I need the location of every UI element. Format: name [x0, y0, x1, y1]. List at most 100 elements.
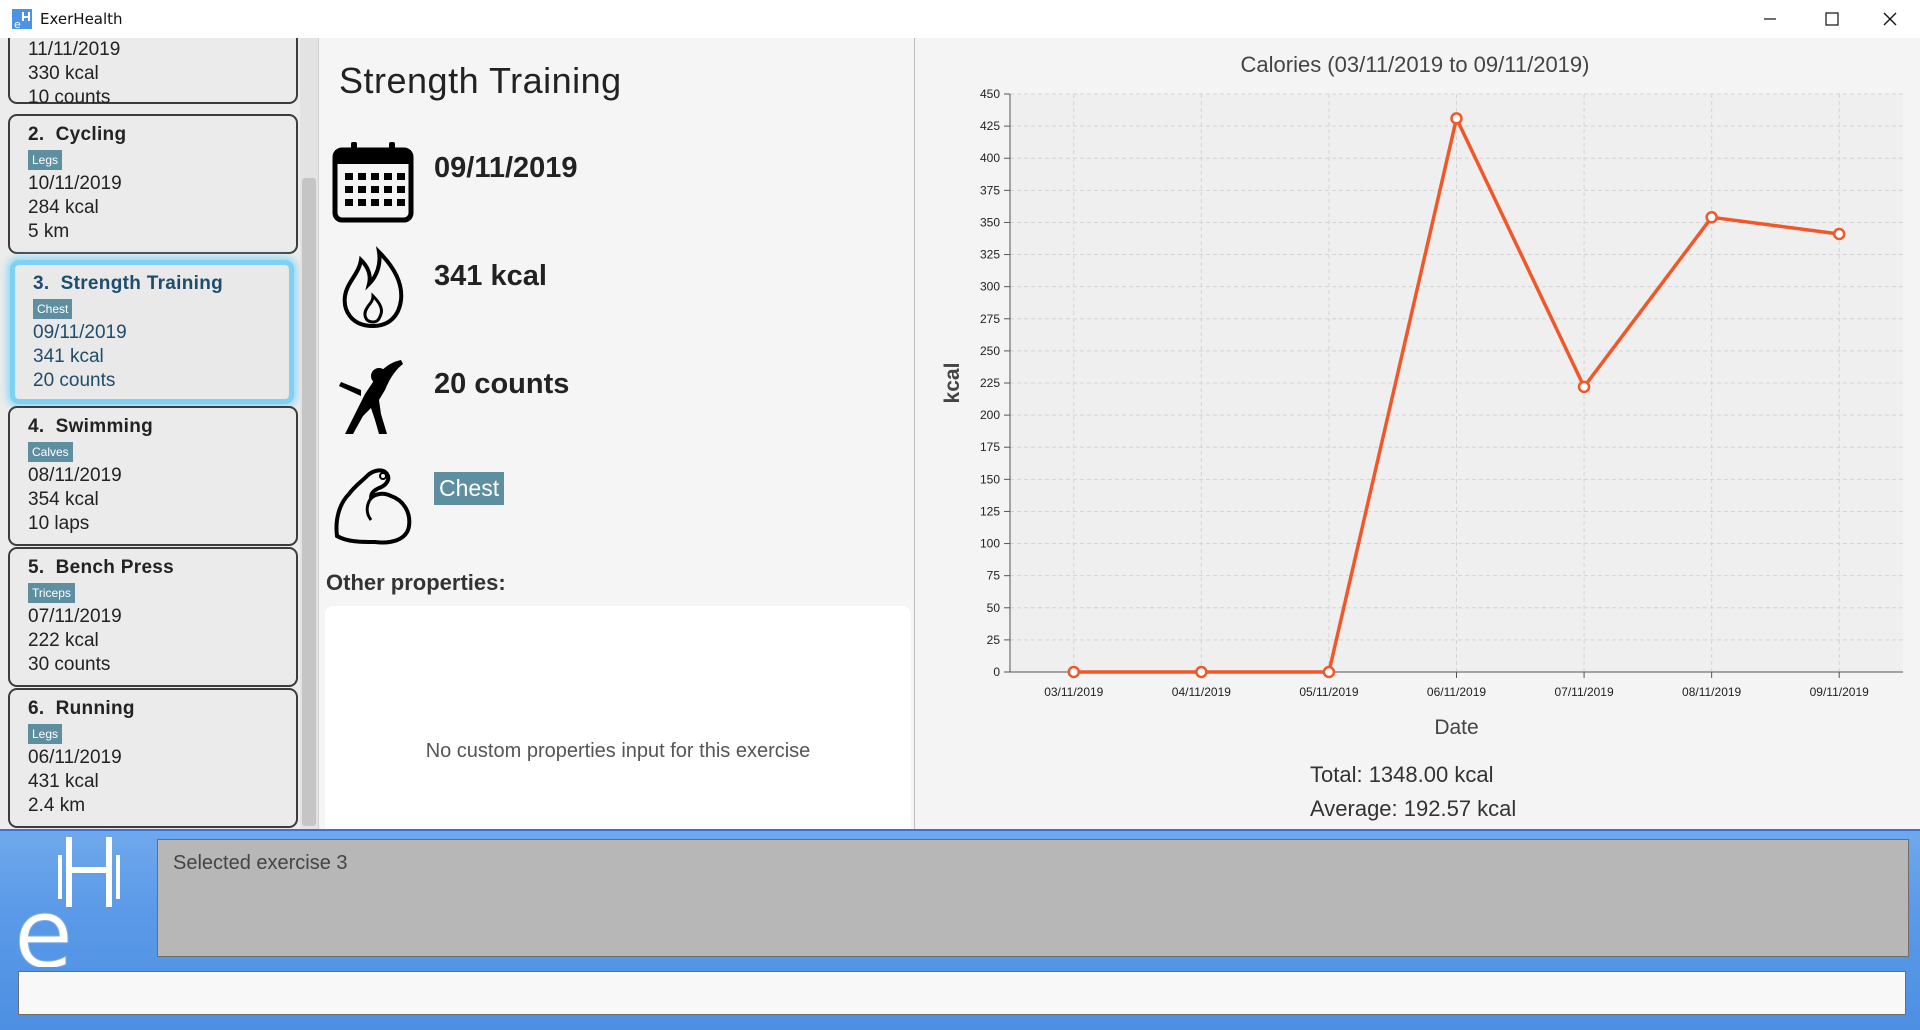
y-tick-label: 425 [980, 119, 1000, 133]
x-tick-label: 04/11/2019 [1172, 685, 1231, 699]
muscle-tag: Calves [28, 442, 73, 462]
y-tick-label: 150 [980, 472, 1000, 486]
app-logo-icon: e [12, 9, 32, 29]
y-tick-label: 125 [980, 504, 1000, 518]
y-tick-label: 100 [980, 537, 1000, 551]
close-button[interactable] [1862, 0, 1918, 38]
close-icon [1883, 12, 1897, 26]
maximize-button[interactable] [1804, 0, 1860, 38]
chart-title: Calories (03/11/2019 to 09/11/2019) [1241, 52, 1590, 77]
exercise-index: 3. [33, 273, 50, 294]
exercise-calories: 330 kcal [28, 63, 99, 84]
exerhealth-logo-icon: e [14, 837, 120, 967]
y-tick-label: 325 [980, 248, 1000, 262]
detail-date: 09/11/2019 [434, 152, 578, 184]
muscle-tag: Legs [28, 724, 63, 744]
y-tick-label: 50 [987, 601, 1001, 615]
y-tick-label: 200 [980, 408, 1000, 422]
exercise-card-5[interactable]: 5. Bench Press Triceps 07/11/2019 222 kc… [8, 547, 298, 687]
y-tick-label: 375 [980, 183, 1000, 197]
exercise-index: 6. [28, 698, 45, 719]
title-bar: e ExerHealth [0, 0, 1920, 38]
window-title: ExerHealth [40, 10, 123, 28]
custom-properties-box: No custom properties input for this exer… [325, 606, 911, 829]
data-point [1450, 112, 1463, 125]
y-tick-label: 275 [980, 312, 1000, 326]
scrollbar-thumb[interactable] [302, 178, 316, 826]
y-tick-label: 250 [980, 344, 1000, 358]
x-tick-label: 06/11/2019 [1427, 685, 1486, 699]
y-tick-label: 350 [980, 215, 1000, 229]
y-tick-label: 75 [987, 569, 1001, 583]
data-point [1195, 665, 1208, 679]
exercise-name: Swimming [55, 416, 154, 437]
y-axis-label: kcal [941, 363, 964, 404]
exercise-quantity: 20 counts [33, 370, 116, 391]
exercise-name: Bench Press [55, 557, 175, 578]
y-tick-label: 400 [980, 151, 1000, 165]
exercise-card-2[interactable]: 2. Cycling Legs 10/11/2019 284 kcal 5 km [8, 114, 298, 254]
chart-average: Average: 192.57 kcal [1310, 796, 1517, 821]
minimize-icon [1764, 18, 1776, 20]
exercise-quantity: 30 counts [28, 654, 111, 675]
y-tick-label: 175 [980, 440, 1000, 454]
chart-total: Total: 1348.00 kcal [1310, 762, 1494, 787]
minimize-button[interactable] [1742, 0, 1798, 38]
x-tick-label: 07/11/2019 [1554, 685, 1613, 699]
flexed-arm-icon [334, 468, 412, 545]
calendar-icon [332, 142, 414, 223]
y-tick-label: 25 [987, 633, 1001, 647]
x-tick-label: 03/11/2019 [1044, 685, 1103, 699]
exercise-name: Strength Training [60, 273, 224, 294]
exercise-card-title: 6. Running [28, 696, 296, 722]
command-input[interactable] [18, 971, 1906, 1015]
exercise-quantity: 2.4 km [28, 795, 86, 816]
x-tick-label: 08/11/2019 [1682, 685, 1741, 699]
exercise-list[interactable]: 11/11/2019 330 kcal 10 counts 2. Cycling… [0, 38, 318, 829]
y-tick-label: 450 [980, 87, 1000, 101]
data-point [1705, 211, 1718, 224]
exercise-quantity: 5 km [28, 221, 70, 242]
exercise-card-1[interactable]: 11/11/2019 330 kcal 10 counts [8, 38, 298, 108]
result-display: Selected exercise 3 [157, 839, 1909, 957]
exercise-card-4[interactable]: 4. Swimming Calves 08/11/2019 354 kcal 1… [8, 406, 298, 546]
y-tick-label: 225 [980, 376, 1000, 390]
y-tick-label: 300 [980, 280, 1000, 294]
muscle-tag: Triceps [28, 583, 75, 603]
calories-chart-panel: 0 25 50 75 100 125 150 175 200 225 250 275 300 325 350… [915, 38, 1920, 829]
exercise-calories: 354 kcal [28, 489, 99, 510]
exercise-date: 11/11/2019 [28, 39, 121, 60]
calories-line-chart: 0 25 50 75 100 125 150 175 200 225 250 275 300 325 350… [941, 52, 1903, 739]
exercise-date: 06/11/2019 [28, 747, 122, 768]
exercise-detail-panel: Strength Training 09/11/2019 341 kcal 20… [318, 38, 915, 829]
x-axis-label: Date [1434, 716, 1478, 739]
detail-muscle-tag: Chest [434, 472, 505, 505]
stretching-person-icon [339, 360, 403, 434]
exercise-calories: 284 kcal [28, 197, 99, 218]
y-tick-label: 0 [993, 665, 1000, 679]
svg-text:e: e [14, 878, 73, 967]
list-scrollbar[interactable] [300, 38, 318, 829]
exercise-card-6[interactable]: 6. Running Legs 06/11/2019 431 kcal 2.4 … [8, 688, 298, 828]
exercise-card-title: 3. Strength Training [33, 271, 289, 297]
command-area: e Selected exercise 3 [0, 829, 1920, 1030]
exercise-name: Running [55, 698, 135, 719]
data-point [1832, 227, 1846, 241]
svg-text:e: e [14, 18, 21, 29]
detail-quantity: 20 counts [434, 368, 570, 400]
exercise-quantity: 10 counts [28, 87, 111, 108]
exercise-calories: 341 kcal [33, 346, 104, 367]
maximize-icon [1825, 12, 1839, 26]
exercise-index: 2. [28, 124, 45, 145]
other-properties-label: Other properties: [326, 570, 506, 595]
x-tick-label: 09/11/2019 [1810, 685, 1869, 699]
muscle-tag: Chest [33, 299, 73, 319]
no-properties-message: No custom properties input for this exer… [425, 740, 811, 762]
flame-icon [342, 246, 404, 329]
exercise-calories: 222 kcal [28, 630, 99, 651]
exercise-card-3[interactable]: 3. Strength Training Chest 09/11/2019 34… [10, 260, 294, 404]
exercise-quantity: 10 laps [28, 513, 90, 534]
exercise-card-title: 4. Swimming [28, 414, 296, 440]
exercise-calories: 431 kcal [28, 771, 99, 792]
exercise-date: 07/11/2019 [28, 606, 122, 627]
